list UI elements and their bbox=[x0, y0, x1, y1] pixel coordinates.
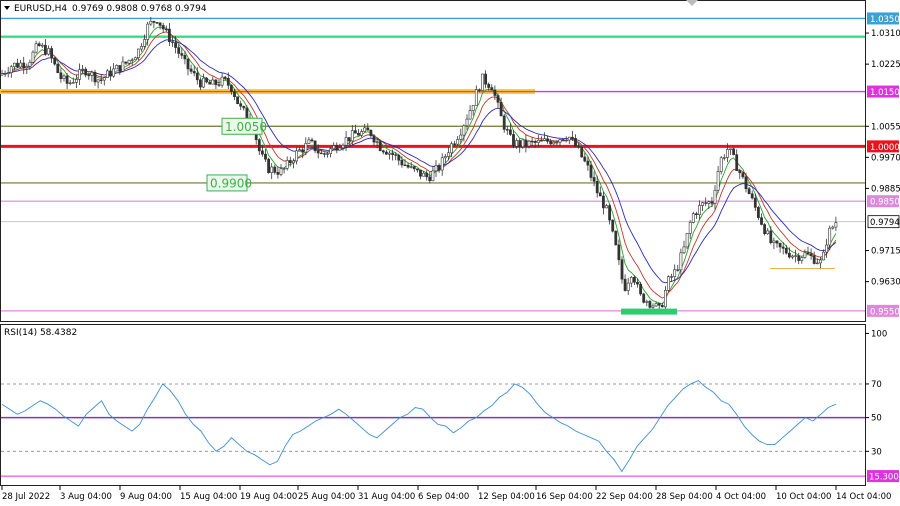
candle bbox=[580, 146, 584, 158]
level-price-text: 0.9850 bbox=[870, 198, 900, 208]
time-tick-label: 14 Oct 04:00 bbox=[836, 492, 891, 502]
price-tick-label: 0.9885 bbox=[871, 184, 900, 194]
candle bbox=[667, 275, 670, 292]
time-tick-label: 15 Aug 04:00 bbox=[180, 492, 237, 502]
ohlc-values: 0.9769 0.9808 0.9768 0.9794 bbox=[72, 4, 207, 14]
time-tick-label: 12 Sep 04:00 bbox=[478, 492, 535, 502]
symbol-timeframe: EURUSD,H4 bbox=[14, 4, 67, 14]
candle bbox=[56, 63, 60, 74]
level-box-label: 1.0050 bbox=[221, 117, 267, 135]
time-tick-label: 31 Aug 04:00 bbox=[358, 492, 415, 502]
level-price-text: 1.0000 bbox=[870, 143, 900, 153]
candle bbox=[719, 156, 723, 175]
rsi-label: RSI(14) 58.4382 bbox=[4, 328, 77, 338]
candle bbox=[236, 96, 240, 105]
level-box-text: 1.0050 bbox=[225, 120, 267, 134]
candle bbox=[267, 157, 271, 174]
chart-header: EURUSD,H4 0.9769 0.9808 0.9768 0.9794 bbox=[4, 4, 207, 14]
time-tick-label: 3 Aug 04:00 bbox=[60, 492, 112, 502]
time-tick-label: 6 Sep 04:00 bbox=[418, 492, 469, 502]
level-price-text: 1.0150 bbox=[870, 88, 900, 98]
current-price-text: 0.9794 bbox=[870, 218, 900, 228]
time-tick-label: 4 Oct 04:00 bbox=[716, 492, 766, 502]
time-tick-label: 28 Sep 04:00 bbox=[656, 492, 713, 502]
level-price-text: 1.0350 bbox=[870, 15, 900, 25]
chart-window: 1.0050 0.9900 1.0350 1.0310 1.0225 1.0150 1.0… bbox=[0, 0, 900, 502]
price-tick-label: 0.9630 bbox=[871, 278, 900, 288]
rsi-tick-label: 15.3000 bbox=[869, 473, 900, 483]
candle bbox=[732, 147, 736, 156]
price-tick-label: 0.9970 bbox=[871, 153, 900, 163]
candle bbox=[611, 219, 615, 233]
level-box-label: 0.9900 bbox=[206, 174, 252, 192]
rsi-tick-label: 70 bbox=[871, 380, 882, 390]
price-tick-label: 1.0055 bbox=[871, 122, 900, 132]
time-tick-label: 28 Jul 2022 bbox=[2, 492, 50, 502]
time-tick-label: 19 Aug 04:00 bbox=[240, 492, 297, 502]
level-price-text: 0.9550 bbox=[870, 307, 900, 317]
candle bbox=[642, 293, 646, 304]
candle bbox=[31, 50, 35, 64]
time-tick-label: 16 Sep 04:00 bbox=[536, 492, 593, 502]
support-bar bbox=[621, 308, 677, 315]
candle bbox=[639, 281, 643, 296]
time-tick-label: 9 Aug 04:00 bbox=[120, 492, 172, 502]
candle bbox=[614, 230, 618, 246]
chart-canvas: 1.0050 0.9900 1.0350 1.0310 1.0225 1.0150 1.0… bbox=[0, 0, 900, 502]
time-tick-label: 22 Sep 04:00 bbox=[596, 492, 653, 502]
rsi-tick-label: 100 bbox=[871, 329, 887, 339]
candle bbox=[685, 233, 689, 250]
rsi-tick-label: 30 bbox=[871, 447, 882, 457]
price-tick-label: 0.9715 bbox=[871, 247, 900, 257]
price-tick-label: 1.0310 bbox=[871, 29, 900, 39]
candle bbox=[763, 223, 767, 236]
rsi-tick-label: 50 bbox=[871, 414, 882, 424]
candle bbox=[481, 73, 484, 91]
candle bbox=[691, 211, 695, 224]
candle bbox=[53, 57, 57, 66]
time-tick-label: 10 Oct 04:00 bbox=[776, 492, 831, 502]
time-tick-label: 25 Aug 04:00 bbox=[298, 492, 355, 502]
level-box-text: 0.9900 bbox=[210, 176, 252, 190]
price-tick-label: 1.0225 bbox=[871, 60, 900, 70]
